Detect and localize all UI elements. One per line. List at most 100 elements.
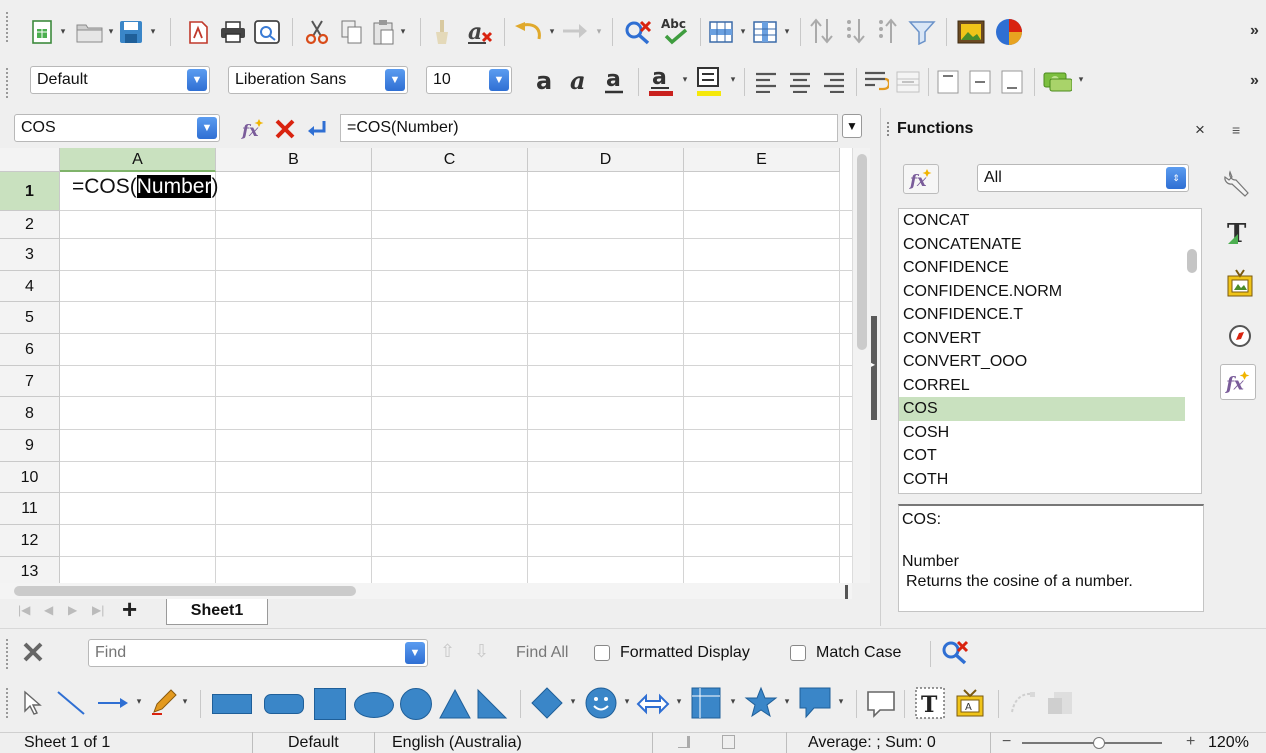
function-list-item[interactable]: CONFIDENCE.NORM: [899, 280, 1185, 304]
row-header-8[interactable]: 8: [0, 397, 60, 430]
formula-input[interactable]: =COS(Number): [340, 114, 838, 142]
freeform-pencil-icon[interactable]: [150, 688, 178, 721]
function-list-item[interactable]: COT: [899, 444, 1185, 468]
new-dropdown-icon[interactable]: ▾: [58, 26, 68, 37]
close-find-bar-icon[interactable]: [20, 639, 46, 670]
expand-formula-button[interactable]: ▼: [842, 114, 862, 138]
underline-icon[interactable]: a: [600, 66, 630, 96]
function-wizard-icon[interactable]: fx: [240, 116, 266, 142]
highlight-color-icon[interactable]: [694, 64, 724, 98]
function-list-item[interactable]: COS: [899, 397, 1185, 421]
chevron-down-icon[interactable]: ▼: [187, 69, 207, 91]
basic-shapes-dropdown-icon[interactable]: ▾: [568, 696, 578, 707]
toolbar-overflow-icon[interactable]: »: [1250, 72, 1259, 90]
function-list-item[interactable]: CONFIDENCE.T: [899, 303, 1185, 327]
symbol-shapes-smiley-icon[interactable]: [584, 686, 618, 725]
insert-image-icon[interactable]: [956, 18, 986, 46]
insert-function-button[interactable]: fx: [903, 164, 939, 194]
chevron-down-icon[interactable]: ▼: [489, 69, 509, 91]
autofilter-icon[interactable]: [908, 18, 936, 46]
align-bottom-icon[interactable]: [998, 68, 1026, 96]
formatted-display-checkbox[interactable]: [594, 645, 610, 661]
align-middle-icon[interactable]: [966, 68, 994, 96]
last-sheet-icon[interactable]: ▶|: [92, 603, 104, 617]
print-icon[interactable]: [220, 20, 246, 44]
ellipse-icon[interactable]: [354, 692, 394, 718]
font-color-dropdown-icon[interactable]: ▾: [680, 74, 690, 85]
row-header-11[interactable]: 11: [0, 493, 60, 525]
function-list-scrollbar-thumb[interactable]: [1187, 249, 1197, 273]
circle-icon[interactable]: [400, 688, 432, 720]
properties-wrench-icon[interactable]: [1224, 168, 1252, 203]
first-sheet-icon[interactable]: |◀: [18, 603, 30, 617]
function-list-item[interactable]: COTH: [899, 468, 1185, 492]
block-arrows-icon[interactable]: [636, 690, 670, 723]
symbol-shapes-dropdown-icon[interactable]: ▾: [622, 696, 632, 707]
chevron-updown-icon[interactable]: ⇕: [1166, 167, 1186, 189]
previous-sheet-icon[interactable]: ◀: [44, 603, 53, 617]
block-arrows-dropdown-icon[interactable]: ▾: [674, 696, 684, 707]
select-all-corner[interactable]: [0, 148, 60, 172]
copy-icon[interactable]: [340, 20, 364, 44]
flowchart-dropdown-icon[interactable]: ▾: [728, 696, 738, 707]
zoom-in-button[interactable]: +: [1186, 733, 1195, 751]
function-list-item[interactable]: CORREL: [899, 374, 1185, 398]
paste-icon[interactable]: [372, 18, 396, 46]
new-spreadsheet-icon[interactable]: [30, 20, 54, 44]
toolbar-grip[interactable]: [6, 688, 9, 718]
row-header-9[interactable]: 9: [0, 430, 60, 462]
row-dropdown-icon[interactable]: ▾: [738, 26, 748, 37]
undo-dropdown-icon[interactable]: ▾: [547, 26, 557, 37]
gallery-icon[interactable]: [1226, 268, 1254, 303]
toolbar-grip[interactable]: [6, 68, 9, 98]
column-header-e[interactable]: E: [684, 148, 840, 172]
toggle-point-edit-icon[interactable]: [1008, 688, 1038, 723]
square-icon[interactable]: [314, 688, 346, 720]
page-style[interactable]: Default: [288, 734, 339, 752]
row-header-6[interactable]: 6: [0, 334, 60, 366]
sidebar-menu-icon[interactable]: ≡: [1232, 122, 1240, 138]
function-list-item[interactable]: CONVERT: [899, 327, 1185, 351]
line-icon[interactable]: [56, 690, 86, 721]
export-pdf-icon[interactable]: [186, 20, 210, 44]
row-header-10[interactable]: 10: [0, 462, 60, 493]
open-folder-icon[interactable]: [76, 20, 104, 44]
find-all-button[interactable]: Find All: [516, 644, 568, 662]
sidebar-collapse-handle[interactable]: ▸: [871, 316, 877, 420]
row-header-2[interactable]: 2: [0, 211, 60, 239]
rectangle-icon[interactable]: [212, 694, 252, 714]
row-header-4[interactable]: 4: [0, 271, 60, 302]
add-sheet-button[interactable]: +: [122, 595, 137, 623]
column-header-b[interactable]: B: [216, 148, 372, 172]
zoom-out-button[interactable]: −: [1002, 733, 1011, 751]
row-header-1[interactable]: 1: [0, 172, 60, 211]
merge-cells-icon[interactable]: [894, 68, 922, 96]
paragraph-style-combo[interactable]: Default ▼: [30, 66, 210, 94]
select-pointer-icon[interactable]: [22, 690, 42, 721]
find-replace-icon[interactable]: [622, 18, 654, 46]
find-combo[interactable]: ▼: [88, 639, 428, 667]
cancel-icon[interactable]: [272, 116, 298, 142]
currency-dropdown-icon[interactable]: ▾: [1076, 74, 1086, 85]
sort-descending-icon[interactable]: [874, 16, 900, 46]
insert-chart-icon[interactable]: [994, 18, 1024, 46]
callout-shapes-icon[interactable]: [798, 686, 832, 725]
name-box[interactable]: COS ▼: [14, 114, 220, 142]
find-next-icon[interactable]: ⇩: [474, 641, 489, 662]
clear-formatting-icon[interactable]: a: [466, 18, 494, 46]
row-header-7[interactable]: 7: [0, 366, 60, 397]
find-replace-icon[interactable]: [940, 639, 970, 670]
column-header-a[interactable]: A: [60, 148, 216, 172]
function-list-item[interactable]: CONCATENATE: [899, 233, 1185, 257]
row-header-5[interactable]: 5: [0, 302, 60, 334]
arrow-dropdown-icon[interactable]: ▾: [134, 696, 144, 707]
print-preview-icon[interactable]: [254, 20, 280, 44]
redo-dropdown-icon[interactable]: ▾: [594, 26, 604, 37]
horizontal-scrollbar-thumb[interactable]: [14, 586, 356, 596]
freeform-dropdown-icon[interactable]: ▾: [180, 696, 190, 707]
sheet-tab-sheet1[interactable]: Sheet1: [166, 599, 268, 625]
font-name-combo[interactable]: Liberation Sans ▼: [228, 66, 408, 94]
open-dropdown-icon[interactable]: ▾: [106, 26, 116, 37]
insert-column-icon[interactable]: [752, 20, 778, 44]
accept-icon[interactable]: [304, 116, 330, 142]
